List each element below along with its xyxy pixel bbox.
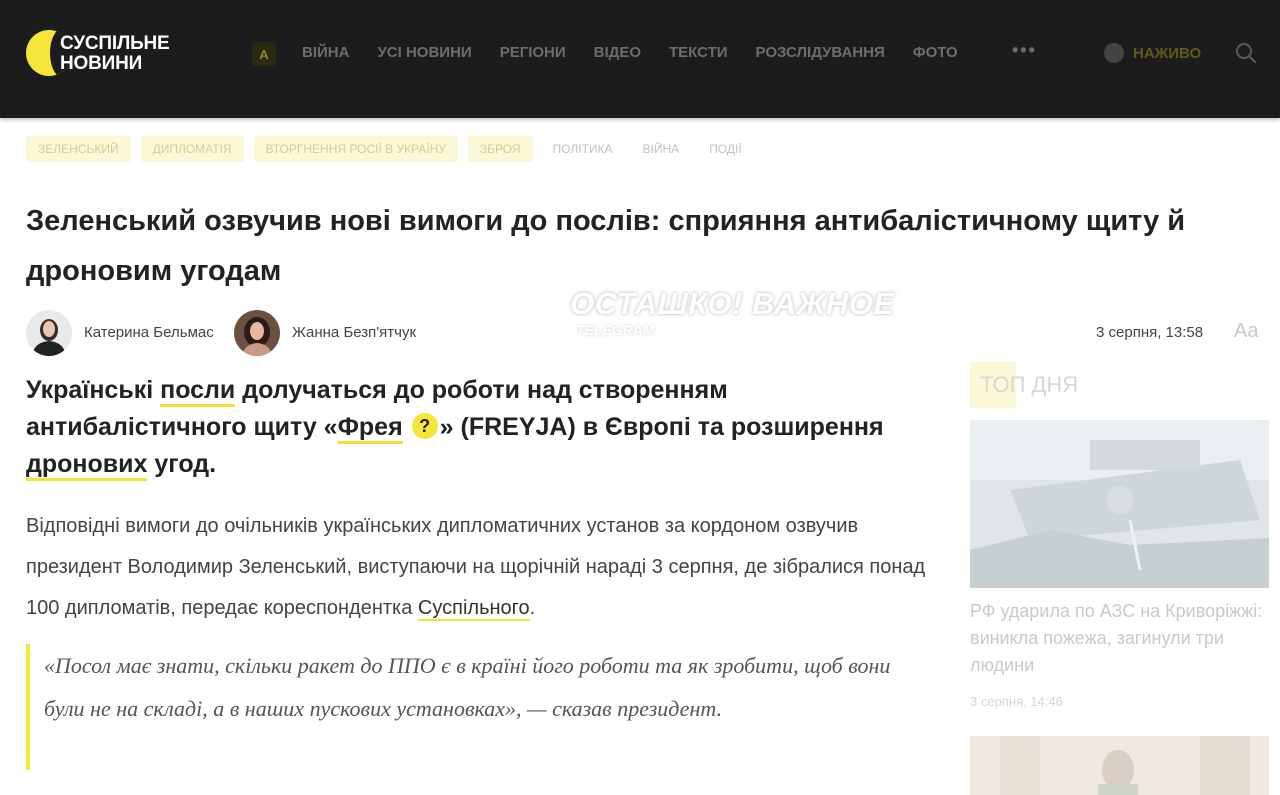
link-ambassadors[interactable]: посли xyxy=(160,376,236,407)
nav-item-photo[interactable]: ФОТО xyxy=(913,44,958,61)
tag-list: ЗЕЛЕНСЬКИЙ ДИПЛОМАТІЯ ВТОРГНЕННЯ РОСІЇ В… xyxy=(26,136,762,162)
paragraph-end: . xyxy=(529,597,536,619)
lead-text: » (FREYJA) в Європі та розширення xyxy=(439,413,884,441)
tag-events[interactable]: ПОДІЇ xyxy=(699,136,752,162)
live-indicator-icon[interactable] xyxy=(1104,43,1124,63)
lead-text: угод. xyxy=(147,450,217,478)
author-name[interactable]: Жанна Безп'ятчук xyxy=(292,324,416,341)
nav-item-all-news[interactable]: УСІ НОВИНИ xyxy=(377,44,471,61)
sidebar-news-title[interactable]: РФ ударила по АЗС на Криворіжжі: виникла… xyxy=(970,598,1270,679)
watermark-text: ОСТАШКО! ВАЖНОЕ xyxy=(570,286,895,321)
link-drone[interactable]: дронових xyxy=(26,450,148,481)
link-freya[interactable]: Фрея xyxy=(337,413,403,444)
article-lead: Українські посли долучаться до роботи на… xyxy=(26,372,906,483)
nav-item-war[interactable]: ВІЙНА xyxy=(302,44,349,61)
question-icon[interactable]: ? xyxy=(411,413,438,439)
link-suspilne[interactable]: Суспільного xyxy=(417,597,530,621)
sidebar-news-time: 3 серпня, 14:46 xyxy=(970,694,1063,709)
site-logo[interactable]: СУСПІЛЬНЕ НОВИНИ xyxy=(26,30,206,80)
accessibility-a-button[interactable]: А xyxy=(252,42,276,66)
author-avatar[interactable] xyxy=(26,310,72,356)
author-avatar[interactable] xyxy=(234,310,280,356)
font-size-icon[interactable]: Aa xyxy=(1234,320,1258,343)
lead-text: Українські xyxy=(26,376,161,404)
tag-invasion[interactable]: ВТОРГНЕННЯ РОСІЇ В УКРАЇНУ xyxy=(253,136,458,162)
watermark: ОСТАШКО! ВАЖНОЕ TELEGRAM xyxy=(562,280,894,348)
site-header: СУСПІЛЬНЕ НОВИНИ А ВІЙНА УСІ НОВИНИ РЕГІ… xyxy=(0,0,1280,118)
more-menu-icon[interactable]: ••• xyxy=(1012,40,1037,61)
article-paragraph: Відповідні вимоги до очільників українсь… xyxy=(26,506,926,629)
tag-zelensky[interactable]: ЗЕЛЕНСЬКИЙ xyxy=(26,136,131,162)
tag-politics[interactable]: ПОЛІТИКА xyxy=(543,136,623,162)
nav-item-investigations[interactable]: РОЗСЛІДУВАННЯ xyxy=(756,44,885,61)
main-nav: ВІЙНА УСІ НОВИНИ РЕГІОНИ ВІДЕО ТЕКСТИ РО… xyxy=(302,44,986,61)
tag-weapons[interactable]: ЗБРОЯ xyxy=(467,136,533,162)
tag-diplomacy[interactable]: ДИПЛОМАТІЯ xyxy=(140,136,244,162)
search-icon[interactable] xyxy=(1235,42,1257,64)
logo-text: СУСПІЛЬНЕ НОВИНИ xyxy=(60,34,170,74)
sidebar-news-image[interactable] xyxy=(970,736,1269,795)
nav-item-video[interactable]: ВІДЕО xyxy=(594,44,641,61)
article-quote: «Посол має знати, скільки ракет до ППО є… xyxy=(26,644,904,770)
logo-line-2: НОВИНИ xyxy=(60,53,143,74)
live-link[interactable]: НАЖИВО xyxy=(1133,45,1201,62)
publish-date: 3 серпня, 13:58 xyxy=(1096,324,1204,341)
author-name[interactable]: Катерина Бельмас xyxy=(84,324,214,341)
sidebar-news-image[interactable] xyxy=(970,420,1269,588)
nav-item-texts[interactable]: ТЕКСТИ xyxy=(669,44,728,61)
tag-war[interactable]: ВІЙНА xyxy=(633,136,690,162)
nav-item-regions[interactable]: РЕГІОНИ xyxy=(500,44,566,61)
top-of-day-heading: ТОП ДНЯ xyxy=(970,362,1078,408)
watermark-subtext: TELEGRAM xyxy=(576,322,655,338)
logo-line-1: СУСПІЛЬНЕ xyxy=(60,33,170,54)
